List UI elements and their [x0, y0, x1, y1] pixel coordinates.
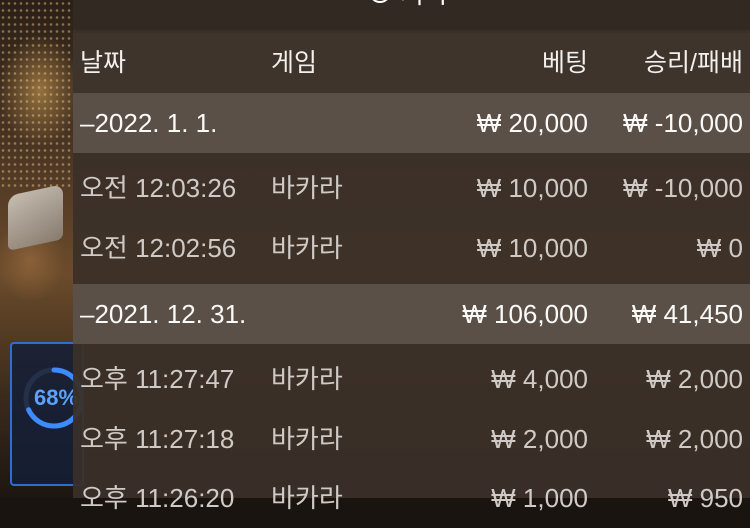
row-bet: ₩ 2,000 — [491, 424, 588, 454]
table-row[interactable]: 오전 12:02:56 바카라 ₩ 10,000 ₩ 0 — [73, 218, 750, 278]
history-panel: 기록 날짜 게임 베팅 승리/패배 –2022. 1. 1. ₩ 20,000 … — [73, 0, 750, 513]
background-lights — [0, 0, 75, 190]
header-bet[interactable]: 베팅 — [542, 33, 588, 93]
panel-title: 기록 — [368, 0, 448, 12]
row-bet: ₩ 10,000 — [476, 233, 588, 263]
row-result: ₩ 2,000 — [646, 364, 743, 394]
row-time: 오전 12:03:26 — [80, 173, 237, 203]
group-result-total: ₩ -10,000 — [623, 108, 743, 138]
row-time: 오후 11:27:18 — [80, 424, 235, 454]
progress-percent: 68% — [34, 385, 79, 410]
group-date: –2022. 1. 1. — [80, 108, 218, 138]
table-row[interactable]: 오전 12:03:26 바카라 ₩ 10,000 ₩ -10,000 — [73, 158, 750, 218]
row-result: ₩ -10,000 — [623, 173, 743, 203]
row-result: ₩ 2,000 — [646, 424, 743, 454]
group-date: –2021. 12. 31. — [80, 299, 247, 329]
panel-title-text: 기록 — [400, 0, 448, 11]
group-result-total: ₩ 41,450 — [631, 299, 743, 329]
header-game[interactable]: 게임 — [271, 33, 317, 93]
table-row[interactable]: 오후 11:27:47 바카라 ₩ 4,000 ₩ 2,000 — [73, 349, 750, 409]
group-bet-total: ₩ 20,000 — [476, 108, 588, 138]
row-bet: ₩ 1,000 — [491, 483, 588, 513]
row-result: ₩ 950 — [667, 483, 743, 513]
row-bet: ₩ 4,000 — [491, 364, 588, 394]
header-date[interactable]: 날짜 — [80, 33, 126, 93]
row-time: 오후 11:27:47 — [80, 364, 235, 394]
row-game: 바카라 — [271, 364, 343, 394]
row-game: 바카라 — [271, 424, 343, 454]
row-time: 오전 12:02:56 — [80, 233, 237, 263]
row-game: 바카라 — [271, 483, 343, 513]
date-group-row[interactable]: –2021. 12. 31. ₩ 106,000 ₩ 41,450 — [73, 284, 750, 344]
background-object — [8, 184, 63, 251]
table-header: 날짜 게임 베팅 승리/패배 — [73, 33, 750, 93]
row-result: ₩ 0 — [696, 233, 743, 263]
header-result[interactable]: 승리/패배 — [644, 33, 743, 93]
row-bet: ₩ 10,000 — [476, 173, 588, 203]
row-game: 바카라 — [271, 233, 343, 263]
table-row[interactable]: 오후 11:27:18 바카라 ₩ 2,000 ₩ 2,000 — [73, 409, 750, 469]
table-row[interactable]: 오후 11:26:20 바카라 ₩ 1,000 ₩ 950 — [73, 468, 750, 528]
clock-icon — [372, 0, 388, 3]
date-group-row[interactable]: –2022. 1. 1. ₩ 20,000 ₩ -10,000 — [73, 93, 750, 153]
row-time: 오후 11:26:20 — [80, 483, 235, 513]
row-game: 바카라 — [271, 173, 343, 203]
group-bet-total: ₩ 106,000 — [462, 299, 588, 329]
